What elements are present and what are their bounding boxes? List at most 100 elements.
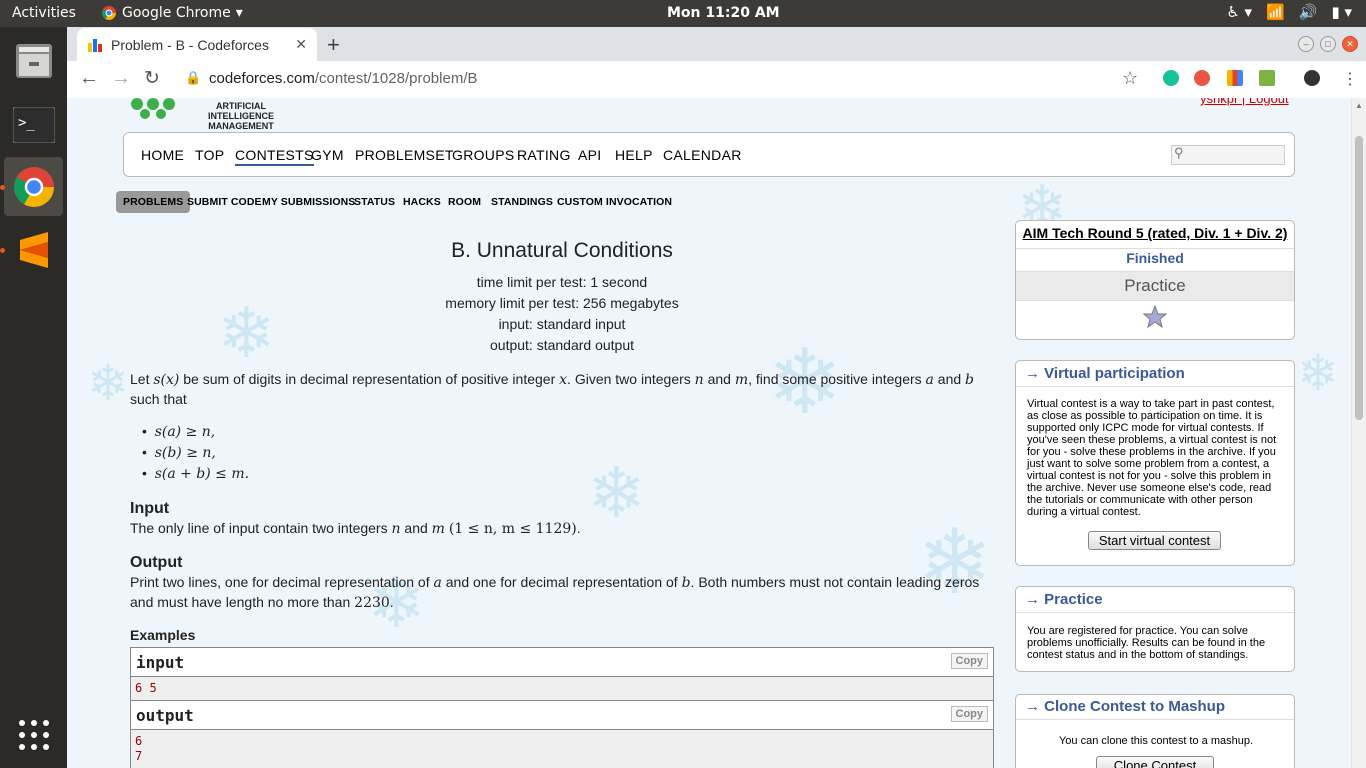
app-menu-label: Google Chrome bbox=[122, 5, 231, 21]
output-text: . bbox=[389, 594, 394, 610]
output-section-title: Output bbox=[130, 554, 183, 571]
math-expression: m bbox=[431, 521, 445, 537]
file-cabinet-icon bbox=[15, 43, 52, 78]
submenu-standings[interactable]: STANDINGS bbox=[491, 196, 553, 208]
wifi-icon: 📶 bbox=[1266, 3, 1285, 21]
submenu-hacks[interactable]: HACKS bbox=[403, 196, 441, 208]
menu-item-help[interactable]: HELP bbox=[615, 147, 653, 163]
new-tab-button[interactable]: + bbox=[327, 32, 340, 58]
aim-tech-logo-icon bbox=[131, 98, 175, 119]
clone-contest-title: → Clone Contest to Mashup bbox=[1025, 698, 1225, 715]
menu-item-rating[interactable]: RATING bbox=[517, 147, 571, 163]
accessibility-icon[interactable]: ♿ ▾ bbox=[1226, 3, 1252, 21]
menu-item-contests[interactable]: CONTESTS bbox=[235, 147, 314, 166]
output-section-text: Print two lines, one for decimal represe… bbox=[130, 573, 990, 613]
system-tray[interactable]: ♿ ▾ 📶 🔊 ▮ ▾ bbox=[1226, 3, 1352, 21]
submenu-custom-invocation[interactable]: CUSTOM INVOCATION bbox=[557, 196, 672, 208]
menu-item-gym[interactable]: GYM bbox=[311, 147, 344, 163]
user-links[interactable]: ysnkpr | Logout bbox=[1200, 98, 1289, 106]
sample-input-header: input Copy bbox=[131, 648, 993, 677]
submenu-submit-code[interactable]: SUBMIT CODE bbox=[187, 196, 262, 208]
address-bar[interactable]: codeforces.com/contest/1028/problem/B bbox=[209, 70, 478, 87]
minimize-icon[interactable]: – bbox=[1298, 36, 1314, 52]
close-window-icon[interactable]: ✕ bbox=[1342, 36, 1358, 52]
activities-button[interactable]: Activities bbox=[12, 5, 76, 21]
submenu-problems[interactable]: PROBLEMS bbox=[116, 191, 191, 213]
extension-icon[interactable] bbox=[1259, 70, 1275, 86]
sample-output-text: 6 7 bbox=[131, 730, 993, 768]
chevron-down-icon: ▾ bbox=[235, 5, 243, 21]
sample-output: output Copy 6 7 bbox=[130, 700, 994, 768]
browser-tab[interactable]: Problem - B - Codeforces ✕ bbox=[77, 28, 317, 61]
clone-contest-button[interactable]: Clone Contest bbox=[1096, 756, 1214, 768]
page-scrollbar[interactable]: ▲ bbox=[1351, 98, 1366, 768]
show-applications-button[interactable] bbox=[4, 705, 63, 764]
contest-name-link[interactable]: AIM Tech Round 5 (rated, Div. 1 + Div. 2… bbox=[1016, 225, 1294, 241]
grammarly-extension-icon[interactable] bbox=[1163, 70, 1179, 86]
search-icon: ⚲ bbox=[1174, 145, 1184, 160]
submenu-my-submissions[interactable]: MY SUBMISSIONS bbox=[262, 196, 355, 208]
contest-phase: Practice bbox=[1124, 276, 1186, 295]
condition-item: • s(a + b) ≤ m. bbox=[142, 465, 250, 482]
sample-output-line: 6 bbox=[135, 734, 143, 748]
menu-item-top[interactable]: TOP bbox=[195, 147, 224, 163]
system-top-bar: Activities Google Chrome ▾ Mon 11:20 AM … bbox=[0, 0, 1366, 27]
menu-item-groups[interactable]: GROUPS bbox=[452, 147, 514, 163]
back-arrow-icon[interactable]: ← bbox=[79, 67, 99, 90]
virtual-participation-box: → Virtual participation Virtual contest … bbox=[1015, 360, 1295, 566]
math-expression: m bbox=[734, 372, 749, 388]
reload-icon[interactable]: ↻ bbox=[144, 67, 160, 90]
close-tab-icon[interactable]: ✕ bbox=[295, 36, 307, 53]
statement-text: Let bbox=[130, 371, 150, 387]
maximize-icon[interactable]: □ bbox=[1320, 36, 1336, 52]
chrome-icon bbox=[101, 6, 116, 20]
search-input[interactable]: ⚲ bbox=[1171, 145, 1285, 165]
favourite-star-icon[interactable] bbox=[1143, 305, 1167, 329]
sample-input: input Copy 6 5 bbox=[130, 647, 994, 701]
scrollbar-thumb[interactable] bbox=[1355, 136, 1363, 420]
menu-item-problemset[interactable]: PROBLEMSET bbox=[355, 147, 454, 163]
running-indicator bbox=[0, 248, 5, 253]
snowflake-decoration: ❄ bbox=[587, 454, 646, 532]
terminal-launcher[interactable]: >_ bbox=[4, 95, 63, 154]
menu-item-api[interactable]: API bbox=[578, 147, 601, 163]
extension-icon[interactable] bbox=[1227, 70, 1243, 86]
running-indicator bbox=[0, 185, 5, 190]
snowflake-decoration: ❄ bbox=[87, 355, 129, 411]
copy-input-button[interactable]: Copy bbox=[950, 653, 988, 669]
clock[interactable]: Mon 11:20 AM bbox=[667, 5, 780, 21]
math-expression: x bbox=[559, 372, 568, 388]
input-text: . bbox=[576, 520, 581, 536]
forward-arrow-icon[interactable]: → bbox=[111, 67, 131, 90]
url-host: codeforces.com bbox=[209, 70, 315, 87]
divider bbox=[1016, 612, 1294, 613]
chrome-launcher[interactable] bbox=[4, 157, 63, 216]
sublime-launcher[interactable] bbox=[4, 220, 63, 279]
snowflake-decoration: ❄ bbox=[1297, 345, 1339, 401]
lock-icon[interactable]: 🔒 bbox=[185, 70, 201, 86]
profile-avatar[interactable] bbox=[1304, 70, 1320, 86]
scroll-up-icon[interactable]: ▲ bbox=[1355, 101, 1363, 110]
svg-text:>_: >_ bbox=[18, 115, 35, 131]
extension-icon[interactable] bbox=[1194, 70, 1210, 86]
virtual-participation-title: → Virtual participation bbox=[1025, 365, 1185, 382]
chrome-icon bbox=[13, 166, 54, 207]
bookmark-star-icon[interactable]: ☆ bbox=[1122, 68, 1138, 89]
math-expression: b bbox=[681, 575, 691, 591]
submenu-status[interactable]: STATUS bbox=[354, 196, 395, 208]
divider bbox=[1016, 248, 1294, 249]
battery-icon: ▮ ▾ bbox=[1331, 3, 1352, 21]
menu-item-calendar[interactable]: CALENDAR bbox=[663, 147, 742, 163]
divider bbox=[1016, 719, 1294, 720]
menu-item-home[interactable]: HOME bbox=[141, 147, 184, 163]
app-menu[interactable]: Google Chrome ▾ bbox=[101, 5, 243, 21]
submenu-room[interactable]: ROOM bbox=[448, 196, 481, 208]
output-file: output: standard output bbox=[490, 337, 634, 353]
start-virtual-contest-button[interactable]: Start virtual contest bbox=[1088, 531, 1221, 550]
copy-output-button[interactable]: Copy bbox=[950, 706, 988, 722]
sample-output-header: output Copy bbox=[131, 701, 993, 730]
files-launcher[interactable] bbox=[4, 31, 63, 90]
condition-item: • s(b) ≥ n, bbox=[142, 444, 216, 461]
kebab-menu-icon[interactable]: ⋮ bbox=[1342, 69, 1358, 89]
output-text: and one for decimal representation of bbox=[445, 574, 678, 590]
